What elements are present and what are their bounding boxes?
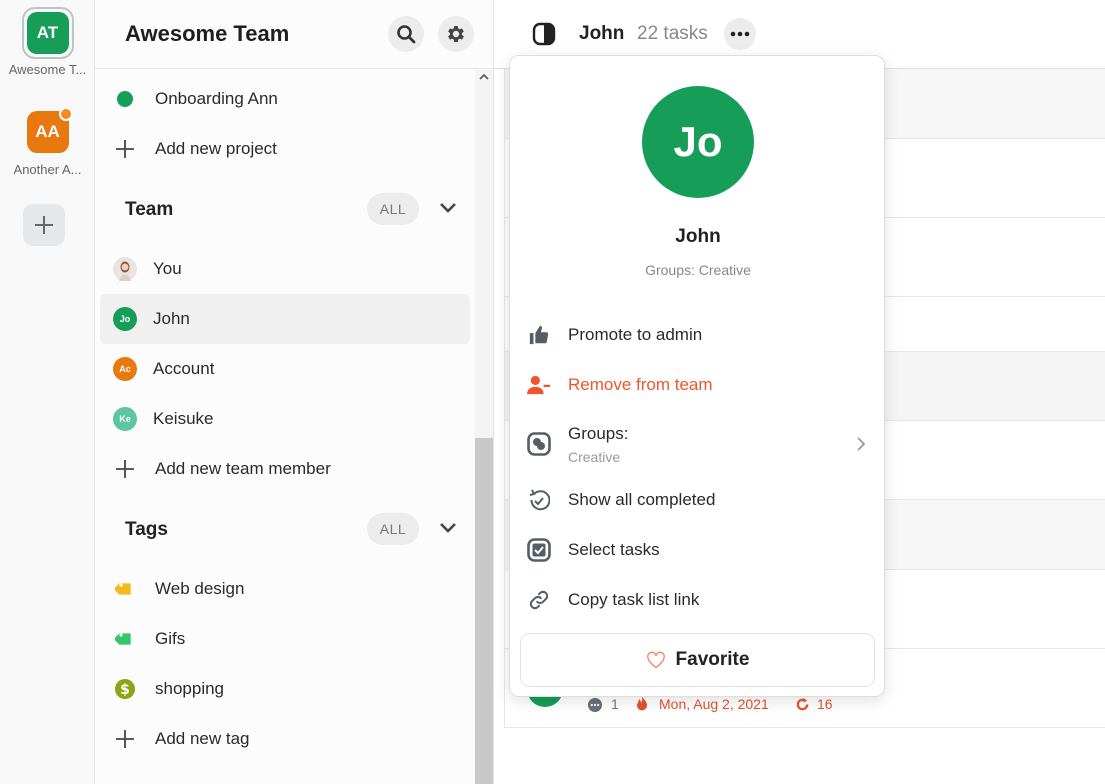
team-section-title: Team xyxy=(125,199,174,220)
checkbox-icon xyxy=(527,538,551,562)
plus-icon xyxy=(116,730,134,748)
select-tasks-item[interactable]: Select tasks xyxy=(510,525,886,575)
add-member-label: Add new team member xyxy=(155,459,331,478)
sidebar: Awesome Team Onboarding Ann Add new proj… xyxy=(95,0,494,784)
chevron-down-icon[interactable] xyxy=(439,202,457,214)
favorite-button[interactable]: Favorite xyxy=(520,633,875,687)
add-tag-label: Add new tag xyxy=(155,729,250,748)
team-title: Awesome Team xyxy=(125,21,290,46)
sidebar-scroll-thumb[interactable] xyxy=(475,438,493,784)
search-button[interactable] xyxy=(388,16,424,52)
favorite-label: Favorite xyxy=(675,649,750,670)
workspace-label: Another A... xyxy=(13,162,82,177)
member-groups-caption: Groups: Creative xyxy=(645,262,751,278)
comment-count: 1 xyxy=(611,696,619,712)
add-project-label: Add new project xyxy=(155,139,277,158)
tag-icon xyxy=(115,583,131,595)
plus-icon xyxy=(116,460,134,478)
add-workspace-button[interactable] xyxy=(23,204,65,246)
project-color-dot xyxy=(117,91,133,107)
tag-gifs[interactable]: Gifs xyxy=(100,614,470,664)
member-label: You xyxy=(153,259,182,278)
notification-dot xyxy=(58,107,73,121)
add-new-team-member[interactable]: Add new team member xyxy=(100,444,470,494)
copy-task-list-link-item[interactable]: Copy task list link xyxy=(510,575,886,625)
menu-item-label: Promote to admin xyxy=(568,325,703,344)
avatar: Ac xyxy=(113,357,137,381)
gear-icon xyxy=(448,26,464,42)
dollar-icon: $ xyxy=(115,679,135,699)
chevron-down-icon[interactable] xyxy=(439,522,457,534)
team-member-you[interactable]: You xyxy=(100,244,470,294)
team-filter-all[interactable]: ALL xyxy=(367,193,419,225)
member-label: John xyxy=(153,309,190,328)
history-check-icon xyxy=(529,489,550,511)
thumbs-up-icon xyxy=(529,325,549,345)
sidebar-header: Awesome Team xyxy=(95,0,493,69)
member-options-menu: Jo John Groups: Creative Promote to admi… xyxy=(509,55,885,697)
promote-to-admin-item[interactable]: Promote to admin xyxy=(510,310,886,360)
link-icon xyxy=(529,590,549,610)
avatar: Jo xyxy=(113,307,137,331)
groups-icon xyxy=(527,432,551,456)
workspace-rail: AT Awesome T... AA Another A... xyxy=(0,0,95,784)
workspace-avatar: AT xyxy=(26,12,69,54)
remove-from-team-item[interactable]: Remove from team xyxy=(510,360,886,410)
tag-shopping[interactable]: $ shopping xyxy=(100,664,470,714)
fire-icon xyxy=(637,696,647,711)
task-count: 22 tasks xyxy=(637,23,708,44)
due-date: Mon, Aug 2, 2021 xyxy=(659,696,769,712)
show-all-completed-item[interactable]: Show all completed xyxy=(510,475,886,525)
heart-icon xyxy=(646,651,665,669)
repeat-icon xyxy=(796,697,809,711)
remove-user-icon xyxy=(527,375,550,395)
settings-button[interactable] xyxy=(438,16,474,52)
list-owner-name: John xyxy=(579,23,625,44)
project-label: Onboarding Ann xyxy=(155,89,278,108)
menu-item-label: Remove from team xyxy=(568,375,713,394)
tag-label: shopping xyxy=(155,679,225,698)
add-new-project[interactable]: Add new project xyxy=(100,124,470,174)
tag-label: Web design xyxy=(155,579,245,598)
team-member-john[interactable]: Jo John xyxy=(100,294,470,344)
member-name: John xyxy=(675,226,721,247)
member-avatar-large: Jo xyxy=(642,86,754,198)
member-label: Keisuke xyxy=(153,409,214,428)
svg-text:$: $ xyxy=(120,682,130,698)
team-member-account[interactable]: Ac Account xyxy=(100,344,470,394)
ellipsis-icon xyxy=(730,31,750,37)
search-icon xyxy=(397,25,416,44)
sidebar-toggle-icon[interactable] xyxy=(532,22,556,46)
workspace-another[interactable]: AA Another A... xyxy=(0,107,95,177)
add-new-tag[interactable]: Add new tag xyxy=(100,714,470,764)
more-options-button[interactable] xyxy=(724,18,756,50)
plus-icon xyxy=(116,140,134,158)
avatar: Ke xyxy=(113,407,137,431)
menu-item-label: Show all completed xyxy=(568,490,716,509)
menu-item-label: Select tasks xyxy=(568,540,660,559)
workspace-awesome-team[interactable]: AT Awesome T... xyxy=(0,7,95,77)
team-member-keisuke[interactable]: Ke Keisuke xyxy=(100,394,470,444)
workspace-selected-ring: AT xyxy=(21,7,74,59)
workspace-avatar: AA xyxy=(26,107,73,153)
workspace-label: Awesome T... xyxy=(8,62,87,77)
tags-section-title: Tags xyxy=(125,519,168,540)
groups-item[interactable]: Groups: Creative xyxy=(510,415,886,473)
tag-icon xyxy=(115,633,131,645)
member-label: Account xyxy=(153,359,215,378)
menu-item-label: Copy task list link xyxy=(568,590,700,609)
workspace-initials: AA xyxy=(35,122,60,141)
project-onboarding-ann[interactable]: Onboarding Ann xyxy=(100,74,470,124)
tag-web-design[interactable]: Web design xyxy=(100,564,470,614)
tags-filter-all[interactable]: ALL xyxy=(367,513,419,545)
scroll-up-arrow-icon[interactable] xyxy=(475,70,493,84)
user-photo-avatar xyxy=(113,257,137,281)
menu-item-label: Groups: xyxy=(568,423,629,443)
chevron-right-icon xyxy=(857,437,866,451)
tag-label: Gifs xyxy=(155,629,186,648)
repeat-count: 16 xyxy=(817,696,833,712)
menu-item-sub: Creative xyxy=(568,448,621,465)
plus-icon xyxy=(35,216,53,234)
comment-icon xyxy=(588,698,602,712)
